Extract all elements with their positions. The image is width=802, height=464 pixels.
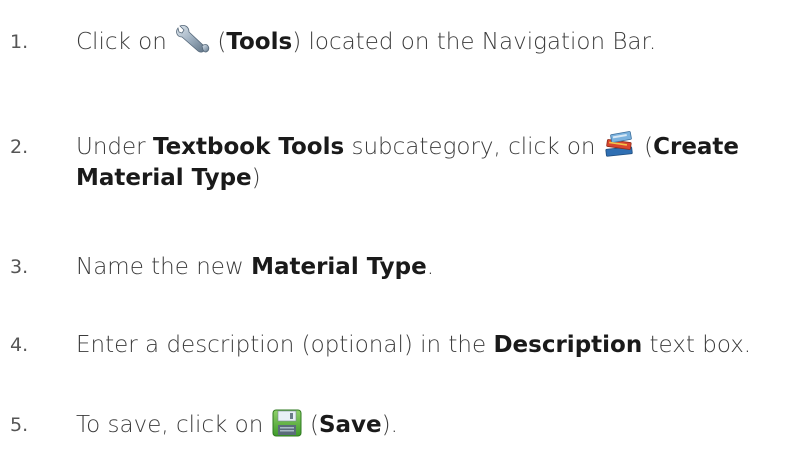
paren-close: ): [381, 412, 391, 438]
paren-open: (: [309, 412, 319, 438]
step-number: 5.: [10, 414, 29, 436]
step-text-pre: To save, click on: [76, 412, 264, 438]
step-text-pre: Enter a description (optional) in the: [76, 332, 487, 358]
step-number: 2.: [10, 136, 29, 158]
step-text: To save, click on (Save).: [76, 408, 798, 441]
step-text-pre: Click on: [76, 29, 167, 55]
wrench-icon: [174, 24, 210, 54]
step-text-pre: Under: [76, 134, 146, 160]
save-icon: [271, 408, 303, 438]
step-number: 1.: [10, 31, 29, 53]
step-text: Name the new Material Type.: [76, 252, 798, 282]
books-icon: [603, 130, 637, 160]
step-text-post: .: [426, 254, 435, 280]
step-number: 3.: [10, 256, 29, 278]
paren-close: ): [292, 29, 302, 55]
step-text: Enter a description (optional) in the De…: [76, 330, 798, 360]
step-text-pre: Name the new: [76, 254, 244, 280]
step-text: Click on (Tools) located on the Navigati…: [76, 24, 798, 58]
step-bold: Description: [493, 332, 643, 358]
step-text-post: .: [390, 412, 398, 438]
step-text: Under Textbook Tools subcategory, click …: [76, 130, 798, 193]
step-text-post: text box.: [649, 332, 752, 358]
step-bold: Material Type: [251, 254, 427, 280]
step-text-post: located on the Navigation Bar.: [308, 29, 657, 55]
step-bold: Save: [318, 412, 382, 438]
paren-close: ): [251, 164, 261, 191]
step-number: 4.: [10, 334, 29, 356]
step-bold: Tools: [226, 29, 293, 55]
instruction-list: 1. Click on (Tools) located on the Navig…: [0, 0, 802, 464]
step-text-mid: subcategory, click on: [351, 134, 596, 160]
paren-open: (: [644, 134, 654, 160]
step-bold: Textbook Tools: [152, 134, 345, 160]
